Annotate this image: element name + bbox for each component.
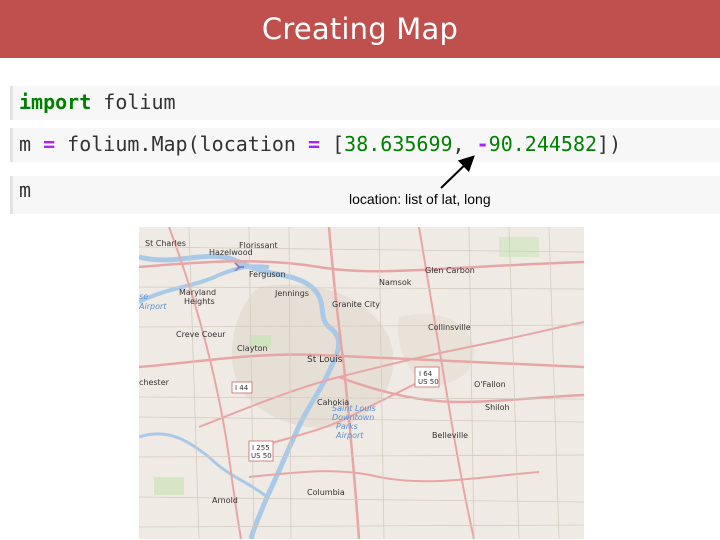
- svg-text:US 50: US 50: [418, 378, 439, 386]
- code-keyword-import: import: [19, 90, 92, 114]
- annotation-label: location: list of lat, long: [349, 191, 491, 207]
- code-minus: -: [476, 132, 489, 156]
- map-label-collinsville: Collinsville: [428, 323, 471, 332]
- code-call-map: folium.Map(location: [55, 132, 309, 156]
- map-label-ofallon: O'Fallon: [474, 380, 506, 389]
- map-label-glen-carbon: Glen Carbon: [425, 266, 475, 275]
- map-label-granite-city: Granite City: [332, 300, 380, 309]
- map-label-florissant: Florissant: [239, 241, 278, 250]
- shield-i44: I 44: [231, 381, 253, 394]
- map-label-airport-a: se: [139, 292, 148, 301]
- park-area-icon: [499, 237, 539, 257]
- map-label-jennings: Jennings: [274, 289, 309, 298]
- svg-text:I 44: I 44: [235, 384, 249, 392]
- map-label-creve-coeur: Creve Coeur: [176, 330, 226, 339]
- park-area-icon: [154, 477, 184, 495]
- svg-text:I 255: I 255: [252, 444, 270, 452]
- shield-i64: I 64 US 50: [414, 366, 440, 388]
- code-cell-import[interactable]: import folium: [10, 86, 720, 120]
- map-label-parks-3: Parks: [336, 422, 358, 431]
- code-line-import: import folium: [19, 90, 176, 114]
- code-longitude: 90.244582: [488, 132, 598, 156]
- code-cell-map[interactable]: m = folium.Map(location = [38.635699, -9…: [10, 128, 720, 162]
- map-canvas[interactable]: St Charles Hazelwood Florissant Ferguson…: [139, 227, 584, 539]
- code-close-bracket: ]): [597, 132, 622, 156]
- map-label-arnold: Arnold: [212, 496, 238, 505]
- code-line-m: m: [19, 178, 32, 202]
- map-label-parks-4: Airport: [335, 431, 364, 440]
- code-module-name: folium: [91, 90, 176, 114]
- map-label-st-louis: St Louis: [307, 355, 343, 365]
- map-label-ferguson: Ferguson: [249, 270, 286, 279]
- shield-i255: I 255 US 50: [248, 440, 274, 462]
- svg-text:US 50: US 50: [251, 452, 272, 460]
- map-label-columbia: Columbia: [307, 488, 345, 497]
- map-label-shiloh: Shiloh: [485, 403, 510, 412]
- map-label-parks-2: Downtown: [332, 413, 374, 422]
- code-operator-eq2: =: [308, 132, 321, 156]
- map-label-chesterfield: chester: [139, 378, 170, 387]
- code-var-m: m: [19, 132, 44, 156]
- svg-text:I 64: I 64: [419, 370, 433, 378]
- code-line-map: m = folium.Map(location = [38.635699, -9…: [19, 132, 621, 156]
- slide-title-bar: Creating Map: [0, 0, 720, 58]
- map-label-st-charles: St Charles: [145, 239, 186, 248]
- code-open-bracket: [: [320, 132, 345, 156]
- map-label-belleville: Belleville: [432, 431, 468, 440]
- folium-map[interactable]: St Charles Hazelwood Florissant Ferguson…: [139, 227, 584, 539]
- code-comma: ,: [452, 132, 477, 156]
- map-label-heights: Heights: [184, 297, 215, 306]
- map-label-clayton: Clayton: [237, 344, 268, 353]
- map-label-parks-1: Saint Louis: [332, 404, 376, 413]
- code-latitude: 38.635699: [344, 132, 453, 156]
- code-operator-eq: =: [43, 132, 56, 156]
- slide-title: Creating Map: [261, 12, 459, 46]
- map-label-airport-b: Airport: [139, 302, 167, 311]
- map-label-maryland: Maryland: [179, 288, 216, 297]
- map-label-namsok: Namsok: [379, 278, 412, 287]
